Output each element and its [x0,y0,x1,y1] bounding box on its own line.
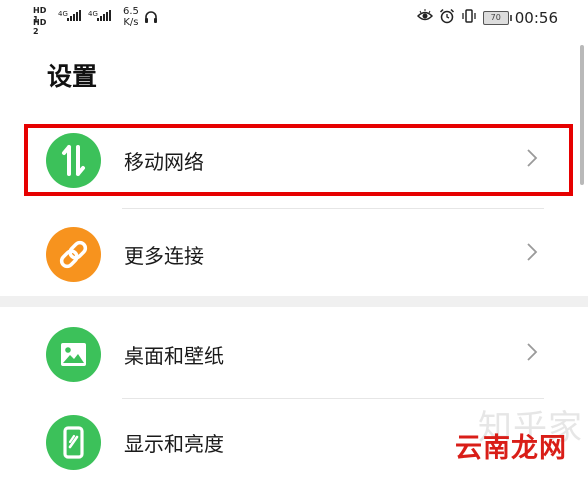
highlight-box [24,124,573,196]
group-separator [0,296,588,307]
item-label: 桌面和壁纸 [124,344,224,368]
link-icon [46,227,101,282]
speed-value: 6.5 [123,6,139,17]
hd2-indicator: HD 2 [33,18,47,36]
settings-item-more-connections[interactable]: 更多连接 [0,210,575,298]
page-title: 设置 [47,62,98,91]
scrollbar[interactable] [580,45,584,185]
settings-item-desktop-wallpaper[interactable]: 桌面和壁纸 [0,310,575,398]
signal2-bars-icon [97,10,111,21]
signal1-bars-icon [67,10,81,21]
item-label: 更多连接 [124,244,204,268]
status-bar: HD 1 HD 2 4G 4G 6.5 K/s 70 00:56 [0,0,588,36]
battery-icon: 70 [482,11,512,25]
watermark: 云南龙网 [455,433,567,464]
battery-level: 70 [490,13,501,22]
item-label: 显示和亮度 [124,432,224,456]
eye-icon [416,9,433,27]
chevron-right-icon [526,342,538,366]
chevron-right-icon [526,242,538,266]
headset-icon [144,9,158,28]
image-icon [46,327,101,382]
vibrate-icon [461,8,477,28]
speed-unit: K/s [123,17,139,28]
alarm-icon [439,8,455,28]
network-speed: 6.5 K/s [123,6,139,28]
divider [122,208,544,209]
clock: 00:56 [514,9,558,27]
phone-brightness-icon [46,415,101,470]
status-right: 70 00:56 [416,8,558,28]
